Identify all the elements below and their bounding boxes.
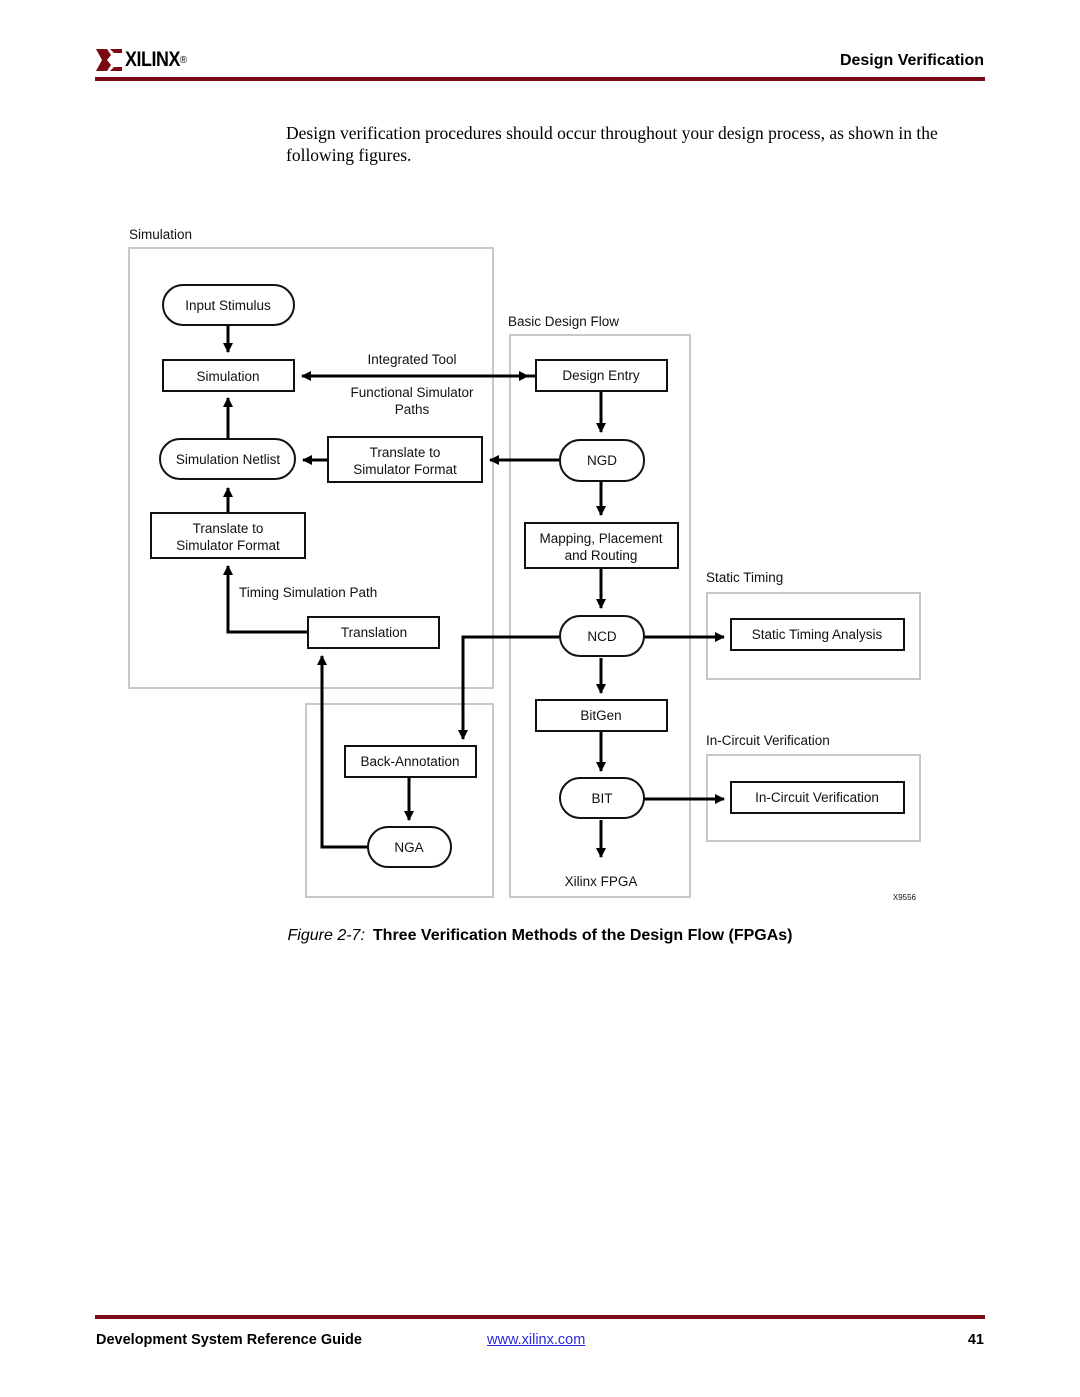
node-bitgen: BitGen [535, 699, 668, 732]
node-ncd: NCD [559, 615, 645, 657]
node-bit: BIT [559, 777, 645, 819]
node-input-stimulus: Input Stimulus [162, 284, 295, 326]
footer-doc-title: Development System Reference Guide [96, 1332, 362, 1348]
node-in-circuit-verification: In-Circuit Verification [730, 781, 905, 814]
node-translate-simulator-format-functional: Translate to Simulator Format [327, 436, 483, 483]
group-label-static-timing: Static Timing [706, 570, 783, 585]
node-label: Input Stimulus [185, 298, 271, 313]
node-translate-simulator-format-timing: Translate to Simulator Format [150, 512, 306, 559]
group-label-basic-flow: Basic Design Flow [508, 314, 619, 329]
node-back-annotation: Back-Annotation [344, 745, 477, 778]
figure-number: Figure 2-7: [287, 927, 365, 944]
node-label: Simulation [196, 369, 259, 384]
edge-label-timing-path: Timing Simulation Path [239, 585, 377, 600]
node-label: Translation [341, 625, 407, 640]
node-label: NGA [394, 840, 423, 855]
node-simulation-netlist: Simulation Netlist [159, 438, 296, 480]
node-label-line1: Translate to [193, 521, 264, 536]
group-label-in-circuit: In-Circuit Verification [706, 733, 830, 748]
node-ngd: NGD [559, 439, 645, 482]
node-label: NCD [587, 629, 616, 644]
verification-flow-diagram: Simulation Basic Design Flow Static Timi… [128, 227, 921, 902]
node-translation: Translation [307, 616, 440, 649]
node-label: Simulation Netlist [176, 452, 281, 467]
node-label: Static Timing Analysis [752, 627, 883, 642]
node-label-line1: Mapping, Placement [539, 531, 662, 546]
node-label: NGD [587, 453, 617, 468]
node-label: Design Entry [562, 368, 640, 383]
group-frame-back-annotation [305, 703, 494, 898]
node-nga: NGA [367, 826, 452, 868]
node-label: BitGen [580, 708, 621, 723]
edge-label-functional-line1: Functional Simulator [350, 385, 474, 400]
node-xilinx-fpga: Xilinx FPGA [565, 874, 638, 889]
group-label-simulation: Simulation [129, 227, 192, 242]
page-number: 41 [967, 1332, 984, 1348]
node-label: In-Circuit Verification [755, 790, 879, 805]
node-label: BIT [591, 791, 612, 806]
figure-caption: Figure 2-7: Three Verification Methods of… [0, 927, 1080, 945]
footer-website-link[interactable]: www.xilinx.com [487, 1332, 585, 1348]
node-simulation: Simulation [162, 359, 295, 392]
node-label-line2: and Routing [565, 548, 638, 563]
node-design-entry: Design Entry [535, 359, 668, 392]
node-label: Back-Annotation [360, 754, 459, 769]
figure-id: X9556 [893, 893, 917, 902]
footer-rule [95, 1315, 985, 1319]
node-label-line1: Translate to [370, 445, 441, 460]
figure-title: Three Verification Methods of the Design… [372, 927, 793, 944]
edge-label-integrated-tool: Integrated Tool [367, 352, 456, 367]
node-static-timing-analysis: Static Timing Analysis [730, 618, 905, 651]
edge-label-functional-line2: Paths [395, 402, 430, 417]
node-mapping-placement-routing: Mapping, Placement and Routing [524, 522, 679, 569]
node-label-line2: Simulator Format [176, 538, 280, 553]
node-label-line2: Simulator Format [353, 462, 457, 477]
